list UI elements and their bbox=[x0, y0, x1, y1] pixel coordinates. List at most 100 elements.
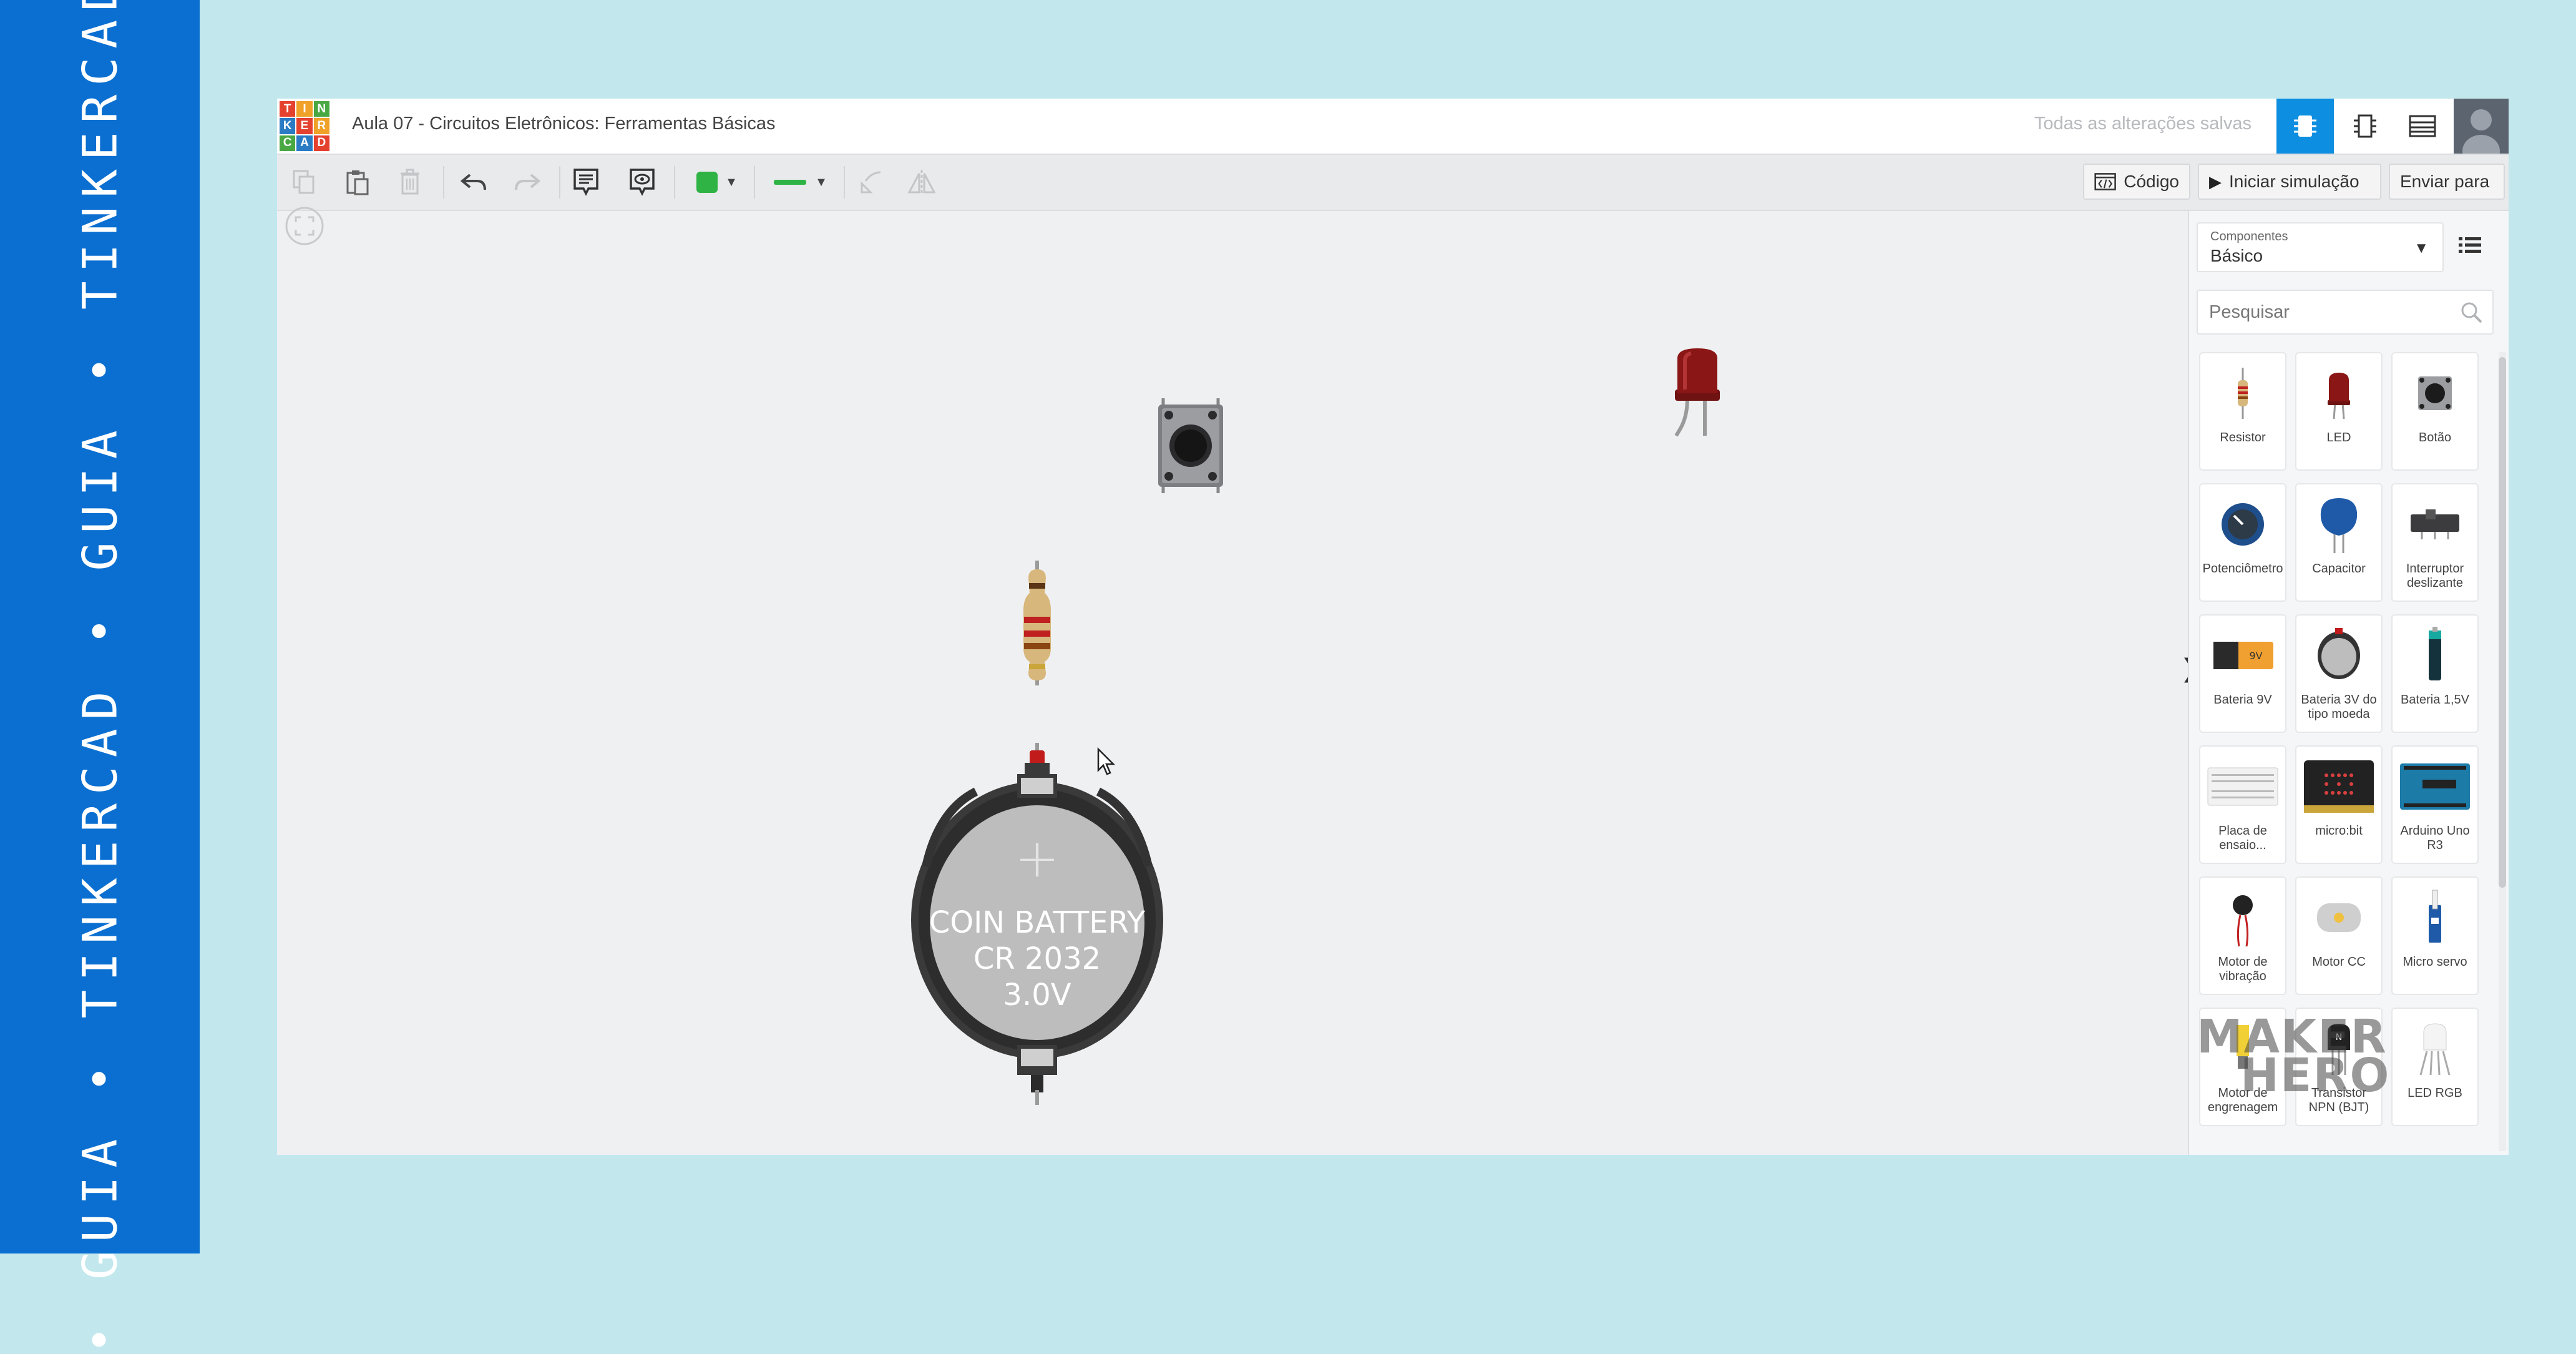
component-tile[interactable]: Bateria 1,5V bbox=[2391, 614, 2479, 733]
logo-letter: A bbox=[296, 135, 313, 151]
component-tile-label: Placa de ensaio... bbox=[2218, 824, 2267, 852]
component-tile[interactable]: Bateria 3V do tipo moeda bbox=[2295, 614, 2383, 733]
flip-button[interactable] bbox=[901, 164, 942, 201]
send-to-button[interactable]: Enviar para bbox=[2389, 164, 2505, 200]
component-tile-label: Potenciômetro bbox=[2202, 562, 2283, 576]
component-tile-label: Resistor bbox=[2220, 431, 2266, 444]
code-icon bbox=[2094, 173, 2116, 190]
battery-label-line3: 3.0V bbox=[1003, 978, 1071, 1013]
wire-icon bbox=[774, 180, 807, 185]
play-icon: ▶ bbox=[2209, 172, 2222, 191]
battery-label-line1: COIN BATTERY bbox=[929, 905, 1146, 940]
component-list-button[interactable] bbox=[2394, 99, 2451, 154]
circuit-view-button[interactable] bbox=[2276, 99, 2334, 154]
slide-switch-icon bbox=[2393, 492, 2477, 557]
logo-letter: D bbox=[313, 135, 329, 151]
component-tile[interactable]: Motor de vibração bbox=[2199, 876, 2286, 995]
redo-button[interactable] bbox=[507, 164, 548, 201]
tinkercad-window: TIN KER CAD Aula 07 - Circuitos Eletrônico… bbox=[277, 99, 2509, 1155]
undo-button[interactable] bbox=[453, 164, 494, 201]
components-dropdown[interactable]: Componentes Básico ▼ bbox=[2197, 222, 2444, 272]
component-tile-label: LED bbox=[2326, 431, 2351, 444]
component-tile[interactable]: LED bbox=[2295, 352, 2383, 471]
component-tile[interactable]: micro:bit bbox=[2295, 745, 2383, 864]
battery-label-line2: CR 2032 bbox=[973, 941, 1101, 976]
mouse-cursor-icon bbox=[1097, 747, 1116, 775]
logo-letter: R bbox=[313, 118, 329, 134]
list-view-button[interactable] bbox=[2457, 235, 2482, 258]
component-tile[interactable]: Interruptor deslizante bbox=[2391, 483, 2479, 602]
svg-text:9V: 9V bbox=[2249, 650, 2262, 662]
maker-hero-watermark: MAKER HERO bbox=[2197, 1010, 2391, 1102]
battery-9v-icon: 9V bbox=[2200, 623, 2285, 688]
color-swatch bbox=[696, 172, 718, 193]
chevron-down-icon: ▼ bbox=[725, 175, 738, 189]
copy-button[interactable] bbox=[283, 164, 324, 201]
save-status: Todas as alterações salvas bbox=[2034, 114, 2252, 134]
resistor-component[interactable] bbox=[1023, 561, 1051, 685]
component-tile[interactable]: LED RGB bbox=[2391, 1008, 2479, 1126]
search-field[interactable]: Pesquisar bbox=[2197, 290, 2494, 335]
component-tile[interactable]: Placa de ensaio... bbox=[2199, 745, 2286, 864]
capacitor-icon bbox=[2296, 492, 2381, 557]
components-scrollbar[interactable] bbox=[2499, 352, 2506, 1151]
user-avatar[interactable] bbox=[2454, 99, 2509, 154]
schematic-view-button[interactable] bbox=[2336, 99, 2394, 154]
search-icon bbox=[2460, 301, 2484, 328]
arduino-icon bbox=[2393, 754, 2477, 819]
flip-icon bbox=[907, 170, 936, 195]
component-tile[interactable]: Capacitor bbox=[2295, 483, 2383, 602]
component-tile-label: LED RGB bbox=[2408, 1086, 2462, 1100]
led-component[interactable] bbox=[1674, 348, 1720, 437]
coin-battery-icon bbox=[2296, 623, 2381, 688]
trash-icon bbox=[401, 169, 419, 195]
document-title[interactable]: Aula 07 - Circuitos Eletrônicos: Ferrame… bbox=[352, 114, 776, 134]
logo-letter: C bbox=[280, 135, 296, 151]
code-label: Código bbox=[2124, 172, 2179, 191]
component-tile[interactable]: Resistor bbox=[2199, 352, 2286, 471]
logo-letter: I bbox=[296, 101, 313, 117]
component-tile[interactable]: Potenciômetro bbox=[2199, 483, 2286, 602]
rotate-icon bbox=[861, 171, 881, 194]
component-tile-label: Micro servo bbox=[2403, 955, 2467, 969]
pushbutton-component[interactable] bbox=[1158, 398, 1223, 493]
toolbar: ▼ ▼ Código ▶ Iniciar simulação Enviar pa… bbox=[277, 155, 2509, 211]
schematic-view-icon bbox=[2354, 114, 2376, 138]
components-dropdown-label: Componentes bbox=[2210, 230, 2288, 243]
eye-note-icon bbox=[630, 169, 655, 196]
notes-button[interactable] bbox=[565, 164, 607, 201]
component-tile[interactable]: Arduino Uno R3 bbox=[2391, 745, 2479, 864]
coin-battery-component[interactable]: + COIN BATTERY CR 2032 3.0V bbox=[911, 743, 1163, 1105]
circuit-canvas[interactable]: + COIN BATTERY CR 2032 3.0V bbox=[277, 207, 2188, 1155]
pushbutton-icon bbox=[2393, 361, 2477, 426]
wire-color-picker[interactable]: ▼ bbox=[760, 164, 841, 201]
component-tile-label: Bateria 1,5V bbox=[2400, 693, 2470, 707]
components-dropdown-value: Básico bbox=[2210, 246, 2263, 265]
circuit-view-icon bbox=[2294, 115, 2316, 137]
component-tile-label: Bateria 9V bbox=[2213, 693, 2272, 707]
component-color-picker[interactable]: ▼ bbox=[683, 164, 751, 201]
component-tile-label: Arduino Uno R3 bbox=[2400, 824, 2470, 852]
battery-aa-icon bbox=[2393, 623, 2477, 688]
tinkercad-logo[interactable]: TIN KER CAD bbox=[280, 101, 329, 151]
component-tile[interactable]: 9V Bateria 9V bbox=[2199, 614, 2286, 733]
component-tile-label: Botão bbox=[2418, 431, 2452, 444]
start-simulation-button[interactable]: ▶ Iniciar simulação bbox=[2198, 164, 2381, 200]
component-tile[interactable]: Botão bbox=[2391, 352, 2479, 471]
component-tile[interactable]: Micro servo bbox=[2391, 876, 2479, 995]
notes-visibility-button[interactable] bbox=[622, 164, 663, 201]
battery-plus-sign: + bbox=[1015, 827, 1060, 890]
code-button[interactable]: Código bbox=[2083, 164, 2190, 200]
scrollbar-thumb[interactable] bbox=[2499, 357, 2506, 888]
component-tile[interactable]: Motor CC bbox=[2295, 876, 2383, 995]
potentiometer-icon bbox=[2200, 492, 2285, 557]
rotate-button[interactable] bbox=[850, 164, 891, 201]
paste-button[interactable] bbox=[337, 164, 378, 201]
component-tile-label: micro:bit bbox=[2315, 824, 2363, 838]
side-banner: • GUIA • TINKERCAD • GUIA • TINKERCAD • bbox=[0, 0, 200, 1354]
delete-button[interactable] bbox=[389, 164, 431, 201]
start-simulation-label: Iniciar simulação bbox=[2229, 172, 2359, 191]
dc-motor-icon bbox=[2296, 885, 2381, 950]
banner-text: • GUIA • TINKERCAD • GUIA • TINKERCAD • bbox=[72, 0, 128, 1354]
microbit-icon bbox=[2296, 754, 2381, 819]
